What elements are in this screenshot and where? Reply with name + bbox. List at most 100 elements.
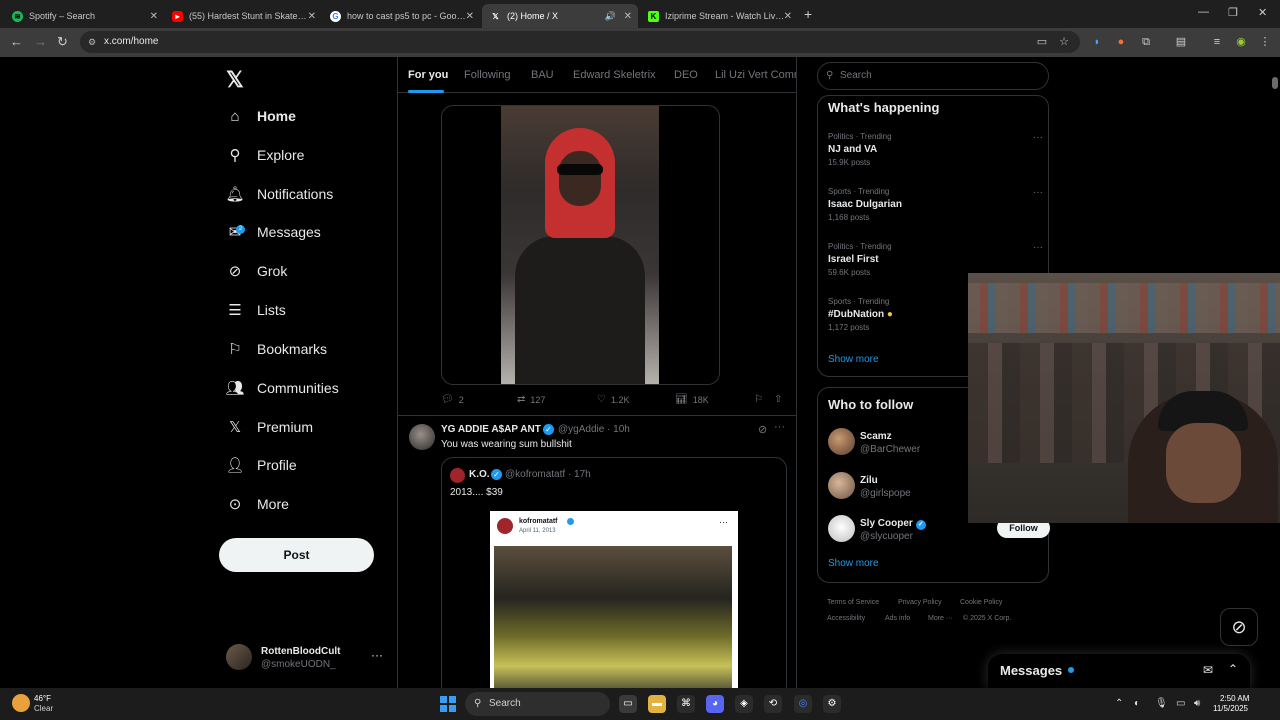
more-horizontal-icon[interactable]: ··· — [1033, 242, 1043, 253]
settings-gear-icon[interactable]: ⚙ — [823, 695, 841, 713]
tab-x-home[interactable]: 𝕏 (2) Home / X 🔊 ✕ — [482, 4, 638, 28]
windows-start-icon[interactable] — [440, 696, 456, 712]
url-bar[interactable]: ⚙ x.com/home — [80, 31, 1080, 53]
trend-item[interactable]: Politics · Trending Israel First 59.6K p… — [828, 242, 1043, 277]
chevron-up-icon[interactable]: ⌃ — [1115, 698, 1123, 709]
footer-link[interactable]: Cookie Policy — [960, 599, 1002, 606]
share-button[interactable]: ⇧ — [774, 394, 787, 405]
tab-following[interactable]: Following — [464, 69, 510, 81]
tab-edward-skeletrix[interactable]: Edward Skeletrix — [573, 69, 656, 81]
footer-link[interactable]: Ads info — [885, 615, 910, 622]
nav-premium[interactable]: 𝕏 Premium — [226, 412, 313, 442]
tab-bau[interactable]: BAU — [531, 69, 554, 81]
quoted-post[interactable]: K.O. ✓ @kofromatatf · 17h 2013.... $39 k… — [441, 457, 787, 688]
microphone-icon[interactable]: 🎙︎ — [1155, 698, 1168, 709]
trend-item[interactable]: Sports · Trending Isaac Dulgarian 1,168 … — [828, 187, 1043, 222]
tab-spotify[interactable]: ≋ Spotify – Search ✕ — [4, 4, 164, 28]
nav-explore[interactable]: ⚲ Explore — [226, 140, 305, 170]
account-switcher[interactable]: RottenBloodCult @smokeUODN_ ··· — [226, 642, 386, 672]
x-logo-icon[interactable]: 𝕏 — [226, 67, 244, 93]
nav-bookmarks[interactable]: ⚐ Bookmarks — [226, 334, 327, 364]
grok-icon[interactable]: ⊘ — [758, 423, 767, 436]
views-button[interactable]: 📊︎ 18K — [675, 394, 709, 405]
more-horizontal-icon[interactable]: ··· — [1033, 187, 1043, 198]
chrome-icon[interactable]: ◎ — [794, 695, 812, 713]
profile-avatar-icon[interactable]: ◉ — [1235, 36, 1247, 48]
footer-link[interactable]: Privacy Policy — [898, 599, 942, 606]
app-icon[interactable]: ◈ — [735, 695, 753, 713]
avatar[interactable] — [409, 424, 435, 450]
close-icon[interactable]: ✕ — [150, 11, 158, 22]
nav-grok[interactable]: ⊘ Grok — [226, 256, 288, 286]
menu-kebab-icon[interactable]: ⋮ — [1259, 36, 1271, 48]
discord-icon[interactable]: ◕ — [706, 695, 724, 713]
file-explorer-icon[interactable]: ▬ — [648, 695, 666, 713]
window-close-icon[interactable]: ✕ — [1258, 6, 1267, 19]
star-icon[interactable]: ☆ — [1058, 36, 1070, 48]
compose-message-icon[interactable]: ✉ — [1203, 663, 1213, 677]
speaker-icon[interactable]: 🔊 — [605, 11, 616, 22]
extension-icon[interactable]: ◗ — [1091, 36, 1103, 48]
extensions-puzzle-icon[interactable]: ⧉ — [1140, 36, 1152, 48]
chevron-up-icon[interactable]: ⌃ — [1228, 662, 1238, 676]
extension-icon[interactable]: ● — [1115, 36, 1127, 48]
quote-image[interactable]: kofromatatf April 11, 2013 ··· — [490, 511, 738, 688]
new-tab-icon[interactable]: + — [804, 6, 812, 22]
repost-button[interactable]: ⇄ 127 — [517, 394, 545, 405]
post-author-handle[interactable]: @ygAddie · 10h — [558, 424, 630, 435]
nav-lists[interactable]: ☰ Lists — [226, 295, 286, 325]
close-icon[interactable]: ✕ — [466, 11, 474, 22]
nav-home[interactable]: ⌂ Home — [226, 101, 295, 131]
scrollbar-thumb[interactable] — [1272, 77, 1278, 89]
post-author-name[interactable]: YG ADDIE A$AP ANT — [441, 424, 541, 435]
cast-icon[interactable]: ▭ — [1036, 36, 1048, 48]
tab-youtube[interactable]: ▸ (55) Hardest Stunt in Skate 4 #... ✕ — [164, 4, 322, 28]
nav-more[interactable]: ⊙ More — [226, 489, 289, 519]
nav-notifications[interactable]: 🔔︎ Notifications — [225, 179, 333, 209]
close-icon[interactable]: ✕ — [308, 11, 316, 22]
clock-date[interactable]: 11/5/2025 — [1213, 704, 1248, 713]
more-horizontal-icon[interactable]: ··· — [774, 421, 785, 433]
back-icon[interactable]: ← — [10, 34, 23, 49]
tab-for-you[interactable]: For you — [408, 69, 448, 81]
site-info-icon[interactable]: ⚙ — [88, 31, 96, 53]
weather-widget[interactable]: 46°F Clear — [12, 692, 72, 716]
close-icon[interactable]: ✕ — [784, 11, 792, 22]
nav-profile[interactable]: 👤︎ Profile — [225, 450, 296, 480]
app-icon[interactable]: ⟲ — [764, 695, 782, 713]
grok-floating-button[interactable]: ⊘ — [1220, 608, 1258, 646]
volume-icon[interactable]: 🔊︎ — [1194, 698, 1200, 709]
taskbar-search[interactable]: ⚲ Search — [465, 692, 610, 716]
show-more-link[interactable]: Show more — [828, 558, 879, 569]
minimize-icon[interactable]: — — [1198, 6, 1209, 18]
nav-communities[interactable]: 👥︎ Communities — [225, 373, 338, 403]
clock-time[interactable]: 2:50 AM — [1220, 694, 1249, 703]
app-icon[interactable]: ⌘ — [677, 695, 695, 713]
forward-icon[interactable]: → — [34, 34, 47, 49]
restore-icon[interactable]: ❐ — [1228, 6, 1238, 19]
task-view-icon[interactable]: ▭ — [619, 695, 637, 713]
network-icon[interactable]: ▭ — [1176, 698, 1185, 709]
footer-link[interactable]: More ··· — [928, 615, 953, 622]
tab-google[interactable]: G how to cast ps5 to pc - Google... ✕ — [322, 4, 480, 28]
show-more-link[interactable]: Show more — [828, 354, 879, 365]
app-tray-icon[interactable]: ◐ — [1134, 698, 1140, 709]
footer-link[interactable]: Terms of Service — [827, 599, 879, 606]
search-input[interactable]: ⚲ Search — [817, 62, 1049, 90]
post-video[interactable] — [441, 105, 720, 385]
tab-kick[interactable]: K Iziprime Stream - Watch Live o... ✕ — [640, 4, 798, 28]
messages-drawer[interactable]: Messages ✉ ⌃ — [988, 654, 1250, 688]
reply-button[interactable]: 💬︎ 2 — [441, 394, 464, 405]
footer-link[interactable]: Accessibility — [827, 615, 865, 622]
more-horizontal-icon[interactable]: ··· — [1033, 132, 1043, 143]
reload-icon[interactable]: ↻ — [57, 34, 68, 50]
trend-item[interactable]: Politics · Trending NJ and VA 15.9K post… — [828, 132, 1043, 167]
post-button[interactable]: Post — [219, 538, 374, 572]
media-icon[interactable]: ≡ — [1211, 36, 1223, 48]
close-icon[interactable]: ✕ — [624, 11, 632, 22]
tab-deo[interactable]: DEO — [674, 69, 698, 81]
tab-lil-uzi-vert[interactable]: Lil Uzi Vert Comm — [715, 69, 796, 81]
sidebar-icon[interactable]: ▤ — [1175, 36, 1187, 48]
like-button[interactable]: ♡ 1.2K — [597, 394, 629, 405]
nav-messages[interactable]: ✉ 2 Messages — [226, 217, 321, 247]
